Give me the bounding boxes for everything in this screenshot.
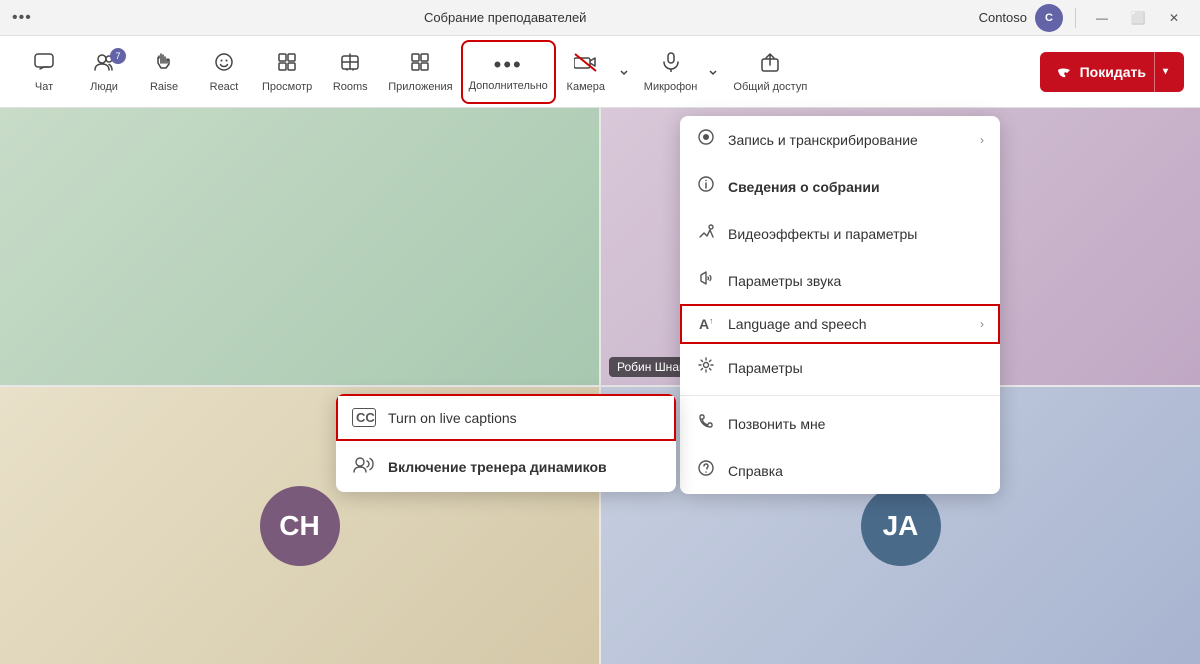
meeting-content: RS Робин Шнайдер 🔇 CH JA Запись и транск… (0, 108, 1200, 664)
menu-item-settings[interactable]: Параметры (680, 344, 1000, 391)
more-label: Дополнительно (469, 80, 548, 92)
menu-item-video-effects[interactable]: Видеоэффекты и параметры (680, 210, 1000, 257)
language-icon: A↑ (696, 316, 716, 332)
toolbar-chat[interactable]: Чат (16, 42, 72, 102)
menu-item-record[interactable]: Запись и транскрибирование › (680, 116, 1000, 163)
camera-icon (574, 51, 598, 79)
user-avatar: C (1035, 4, 1063, 32)
react-icon (213, 51, 235, 79)
camera-label: Камера (567, 81, 605, 93)
language-arrow: › (980, 317, 984, 331)
captions-submenu: CC Turn on live captions Включение трене… (336, 394, 676, 492)
camera-chevron[interactable] (614, 42, 634, 102)
toolbar-people[interactable]: Люди 7 (76, 42, 132, 102)
info-label: Сведения о собрании (728, 179, 984, 195)
titlebar-more-icon[interactable]: ••• (12, 9, 32, 27)
window-title: Собрание преподавателей (32, 10, 979, 25)
mic-group: Микрофон (638, 42, 724, 102)
audio-icon (696, 269, 716, 292)
captions-label: Turn on live captions (388, 410, 517, 426)
menu-item-language[interactable]: A↑ Language and speech › (680, 304, 1000, 344)
toolbar-rooms[interactable]: Rooms (322, 42, 378, 102)
help-label: Справка (728, 463, 984, 479)
record-arrow: › (980, 133, 984, 147)
chat-icon (33, 51, 55, 79)
toolbar: Чат Люди 7 Raise React Просмотр Rooms (0, 36, 1200, 108)
toolbar-camera[interactable]: Камера (558, 42, 614, 102)
toolbar-share[interactable]: Общий доступ (727, 42, 813, 102)
apps-icon (409, 51, 431, 79)
toolbar-apps[interactable]: Приложения (382, 42, 458, 102)
avatar-ch: CH (260, 486, 340, 566)
camera-group: Камера (558, 42, 634, 102)
people-label: Люди (90, 81, 118, 93)
view-icon (276, 51, 298, 79)
view-label: Просмотр (262, 81, 312, 93)
info-icon (696, 175, 716, 198)
speaker-coach-icon (352, 455, 376, 478)
company-name: Contoso (979, 10, 1027, 25)
submenu-captions[interactable]: CC Turn on live captions (336, 394, 676, 441)
leave-label: Покидать (1080, 64, 1146, 80)
submenu-speaker-coach[interactable]: Включение тренера динамиков (336, 441, 676, 492)
language-label: Language and speech (728, 316, 968, 332)
settings-icon (696, 356, 716, 379)
maximize-button[interactable]: ⬜ (1124, 4, 1152, 32)
audio-label: Параметры звука (728, 273, 984, 289)
toolbar-react[interactable]: React (196, 42, 252, 102)
callme-label: Позвонить мне (728, 416, 984, 432)
rooms-icon (339, 51, 361, 79)
mic-chevron[interactable] (703, 42, 723, 102)
settings-label: Параметры (728, 360, 984, 376)
share-icon (759, 51, 781, 79)
captions-icon: CC (352, 408, 376, 427)
record-icon (696, 128, 716, 151)
menu-item-info[interactable]: Сведения о собрании (680, 163, 1000, 210)
apps-label: Приложения (388, 81, 452, 93)
divider (1075, 8, 1076, 28)
speaker-coach-label: Включение тренера динамиков (388, 459, 607, 475)
chat-label: Чат (35, 81, 53, 93)
menu-item-help[interactable]: Справка (680, 447, 1000, 494)
mic-label: Микрофон (644, 81, 698, 93)
video-tile-1 (0, 108, 599, 385)
people-badge: 7 (110, 48, 126, 64)
video-effects-label: Видеоэффекты и параметры (728, 226, 984, 242)
title-bar: ••• Собрание преподавателей Contoso C — … (0, 0, 1200, 36)
menu-item-callme[interactable]: Позвонить мне (680, 400, 1000, 447)
rooms-label: Rooms (333, 81, 368, 93)
more-dropdown-menu: Запись и транскрибирование › Сведения о … (680, 116, 1000, 494)
leave-phone-icon (1056, 64, 1072, 80)
video-effects-icon (696, 222, 716, 245)
minimize-button[interactable]: — (1088, 4, 1116, 32)
callme-icon (696, 412, 716, 435)
toolbar-more[interactable]: ••• Дополнительно (463, 42, 554, 102)
mic-icon (660, 51, 682, 79)
raise-label: Raise (150, 81, 178, 93)
toolbar-mic[interactable]: Микрофон (638, 42, 704, 102)
title-bar-right: Contoso C — ⬜ ✕ (979, 4, 1188, 32)
menu-item-audio[interactable]: Параметры звука (680, 257, 1000, 304)
leave-chevron-icon[interactable]: ▾ (1154, 52, 1168, 92)
toolbar-view[interactable]: Просмотр (256, 42, 318, 102)
toolbar-raise[interactable]: Raise (136, 42, 192, 102)
record-label: Запись и транскрибирование (728, 132, 968, 148)
leave-button[interactable]: Покидать ▾ (1040, 52, 1184, 92)
menu-divider (680, 395, 1000, 396)
share-label: Общий доступ (733, 81, 807, 93)
close-button[interactable]: ✕ (1160, 4, 1188, 32)
help-icon (696, 459, 716, 482)
title-bar-left: ••• (12, 9, 32, 27)
raise-icon (153, 51, 175, 79)
more-icon: ••• (494, 52, 523, 78)
avatar-ja: JA (861, 486, 941, 566)
react-label: React (210, 81, 239, 93)
